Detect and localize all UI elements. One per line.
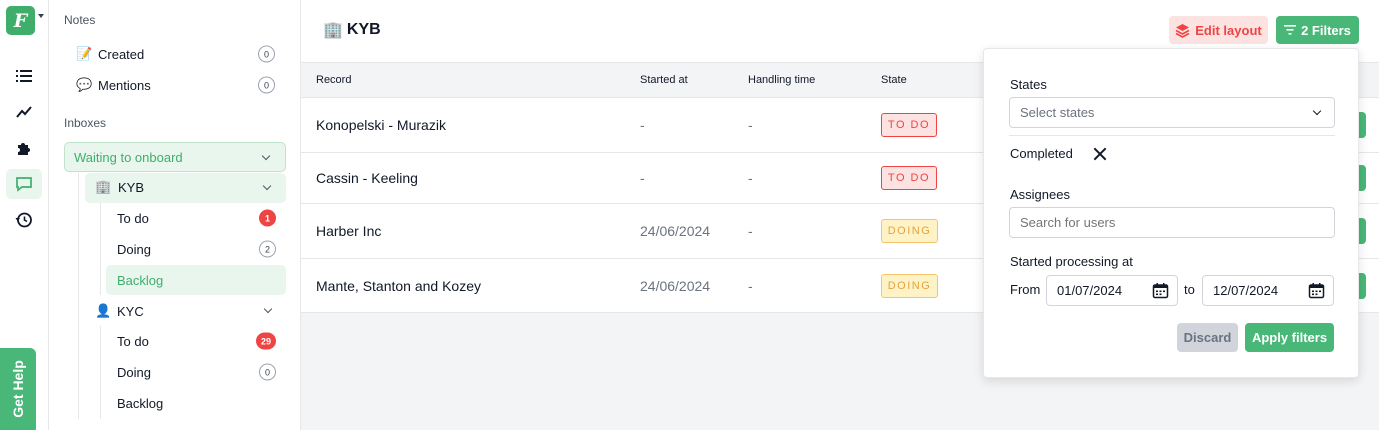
filters-button[interactable]: 2 Filters: [1276, 16, 1359, 44]
group-kyb[interactable]: 🏢 KYB: [85, 173, 286, 203]
inboxes-section-title: Inboxes: [64, 116, 107, 130]
group-kyc[interactable]: 👤 KYC: [95, 301, 276, 321]
assignees-label: Assignees: [1010, 187, 1070, 202]
sidebar: Notes 📝 Created 0 💬 Mentions 0 Inboxes W…: [49, 0, 301, 430]
count-badge: 0: [259, 363, 276, 381]
speech-bubble-icon: 💬: [76, 77, 93, 92]
icon-rail: F Get Help: [0, 0, 49, 430]
started-at: -: [640, 117, 645, 133]
app-logo[interactable]: F: [6, 6, 35, 35]
sidebar-item-kyb-todo[interactable]: To do 1: [117, 208, 276, 228]
building-icon: 🏢: [95, 179, 112, 194]
sidebar-item-kyc-backlog[interactable]: Backlog: [117, 393, 276, 413]
status-badge: TO DO: [881, 113, 937, 137]
record-name[interactable]: Mante, Stanton and Kozey: [316, 278, 481, 294]
from-label: From: [1010, 282, 1041, 297]
sidebar-item-label: To do: [117, 210, 149, 226]
person-icon: 👤: [95, 303, 112, 318]
divider: [1009, 135, 1335, 136]
sidebar-item-created[interactable]: 📝 Created 0: [76, 44, 275, 64]
to-date-input[interactable]: 12/07/2024: [1202, 275, 1334, 306]
count-badge: 0: [258, 45, 275, 63]
sidebar-item-label: Created: [98, 46, 145, 62]
record-name[interactable]: Konopelski - Murazik: [316, 117, 446, 133]
get-help-button[interactable]: Get Help: [0, 348, 36, 430]
count-badge: 0: [258, 76, 275, 94]
row-action-button[interactable]: [1358, 272, 1366, 299]
apply-filters-button[interactable]: Apply filters: [1245, 323, 1334, 352]
row-action-button[interactable]: [1358, 165, 1366, 191]
handling-time: -: [748, 170, 753, 186]
page-title-text: KYB: [346, 21, 381, 38]
filter-icon: [1284, 25, 1297, 35]
status-badge: DOING: [881, 219, 938, 243]
group-label: KYC: [117, 303, 144, 319]
row-action-button[interactable]: [1358, 218, 1366, 244]
trend-icon[interactable]: [6, 97, 42, 127]
chevron-down-icon: [261, 151, 271, 161]
sidebar-item-label: Doing: [117, 364, 151, 380]
column-header[interactable]: Started at: [640, 74, 688, 86]
sidebar-item-label: Mentions: [98, 77, 151, 93]
started-at: 24/06/2024: [640, 277, 711, 294]
column-header[interactable]: State: [881, 74, 907, 86]
status-badge: DOING: [881, 273, 938, 298]
started-at: 24/06/2024: [640, 223, 711, 239]
tree-line: [78, 173, 79, 419]
edit-layout-button[interactable]: Edit layout: [1169, 16, 1268, 44]
sidebar-item-kyb-doing[interactable]: Doing 2: [117, 239, 276, 259]
puzzle-icon[interactable]: [6, 133, 42, 163]
record-name[interactable]: Harber Inc: [316, 223, 381, 239]
column-header[interactable]: Record: [316, 74, 351, 86]
filters-panel: States Select states Completed Assignees…: [983, 48, 1359, 378]
sidebar-item-kyc-todo[interactable]: To do 29: [117, 331, 276, 351]
notes-section-title: Notes: [64, 13, 96, 27]
calendar-icon[interactable]: [1152, 282, 1169, 299]
sidebar-item-label: Backlog: [117, 395, 164, 411]
chevron-down-icon: [1312, 106, 1322, 116]
calendar-icon[interactable]: [1308, 282, 1325, 299]
handling-time: -: [748, 223, 753, 239]
record-name[interactable]: Cassin - Keeling: [316, 170, 418, 186]
row-action-button[interactable]: [1358, 112, 1366, 138]
list-icon[interactable]: [6, 61, 42, 91]
handling-time: -: [748, 277, 753, 294]
count-badge: 29: [255, 332, 276, 350]
group-label: KYB: [118, 180, 145, 195]
sidebar-item-mentions[interactable]: 💬 Mentions 0: [76, 75, 275, 95]
inbox-select-waiting-to-onboard[interactable]: Waiting to onboard: [64, 142, 286, 172]
chat-icon[interactable]: [6, 169, 42, 199]
to-label: to: [1184, 282, 1195, 297]
sidebar-item-label: Backlog: [117, 273, 164, 288]
inbox-label: Waiting to onboard: [74, 149, 183, 165]
caret-down-icon[interactable]: [38, 14, 44, 18]
sidebar-item-label: To do: [117, 333, 149, 349]
chevron-down-icon: [263, 304, 273, 314]
page-title: 🏢 KYB: [323, 20, 381, 40]
sidebar-item-kyb-backlog[interactable]: Backlog: [106, 265, 286, 295]
chevron-down-icon: [262, 181, 272, 191]
column-header[interactable]: Handling time: [748, 74, 815, 86]
memo-icon: 📝: [76, 46, 93, 61]
history-icon[interactable]: [6, 205, 42, 235]
from-date-input[interactable]: 01/07/2024: [1046, 275, 1178, 306]
started-at: -: [640, 170, 645, 186]
tree-line: [100, 203, 101, 295]
discard-button[interactable]: Discard: [1177, 323, 1238, 352]
started-processing-label: Started processing at: [1010, 254, 1133, 269]
tree-line: [100, 326, 101, 419]
count-badge: 2: [259, 240, 276, 258]
close-icon[interactable]: [1091, 145, 1109, 163]
layers-icon: [1175, 23, 1190, 38]
states-select[interactable]: Select states: [1009, 97, 1335, 128]
states-label: States: [1010, 77, 1047, 92]
handling-time: -: [748, 117, 753, 133]
assignees-search-input[interactable]: [1009, 207, 1335, 238]
completed-label: Completed: [1010, 146, 1073, 161]
sidebar-item-kyc-doing[interactable]: Doing 0: [117, 362, 276, 382]
status-badge: TO DO: [881, 166, 937, 190]
building-icon: 🏢: [323, 22, 343, 39]
sidebar-item-label: Doing: [117, 241, 151, 257]
count-badge: 1: [259, 209, 276, 227]
